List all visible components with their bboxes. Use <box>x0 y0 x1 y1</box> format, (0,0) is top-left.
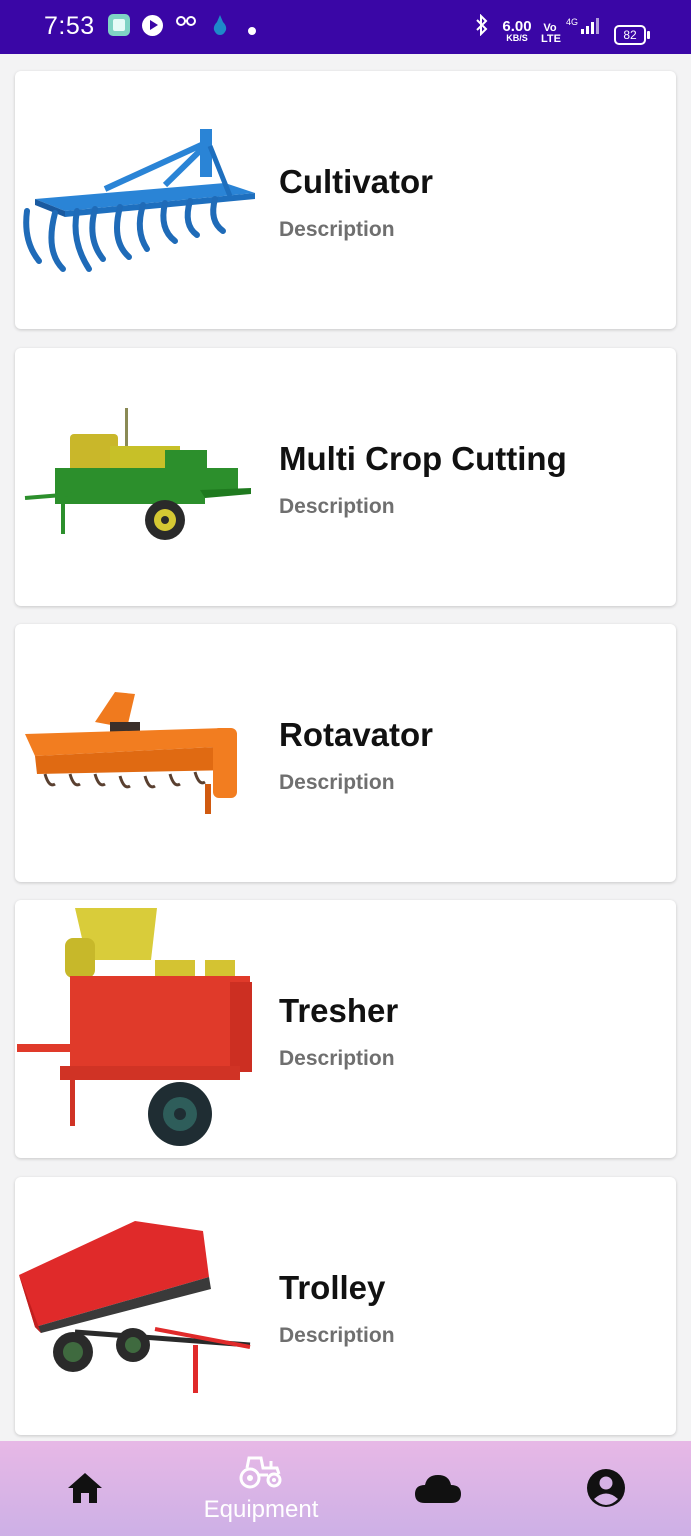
trolley-image <box>19 1221 251 1393</box>
bottom-navigation: Equipment <box>0 1441 691 1536</box>
status-bar: 7:53 6.00 KB/S Vo LTE 4G 82 <box>0 0 691 54</box>
equipment-title: Tresher <box>279 992 399 1029</box>
cloud-icon <box>413 1471 463 1510</box>
battery-indicator: 82 <box>614 25 650 45</box>
status-time: 7:53 <box>44 12 95 40</box>
svg-text:4G: 4G <box>566 17 578 27</box>
tractor-icon <box>239 1455 283 1494</box>
signal-4g-icon: 4G <box>565 16 605 41</box>
glasses-notification-icon <box>175 14 197 32</box>
equipment-description: Description <box>279 1047 395 1070</box>
home-icon <box>66 1471 104 1510</box>
nav-equipment-label: Equipment <box>203 1496 319 1523</box>
equipment-title: Rotavator <box>279 716 434 753</box>
equipment-description: Description <box>279 218 395 241</box>
equipment-title: Cultivator <box>279 163 434 200</box>
equipment-title: Multi Crop Cutting <box>279 440 567 477</box>
multi-crop-cutter-image <box>24 408 251 540</box>
volte-indicator: Vo LTE <box>541 22 561 45</box>
play-notification-icon <box>142 15 163 36</box>
equipment-description: Description <box>279 495 395 518</box>
thresher-image <box>17 908 252 1146</box>
equipment-card-trolley[interactable]: Trolley Description <box>15 1177 676 1435</box>
app-notification-icon <box>108 14 130 36</box>
equipment-card-tresher[interactable]: Tresher Description <box>15 900 676 1158</box>
drop-notification-icon <box>211 14 229 41</box>
more-notifications-dot-icon <box>248 27 256 35</box>
equipment-description: Description <box>279 1324 395 1347</box>
bluetooth-icon <box>474 13 490 41</box>
nav-profile[interactable] <box>519 1441 691 1536</box>
network-speed: 6.00 KB/S <box>500 19 534 43</box>
nav-home[interactable] <box>0 1441 172 1536</box>
equipment-card-rotavator[interactable]: Rotavator Description <box>15 624 676 882</box>
nav-weather[interactable] <box>351 1441 523 1536</box>
equipment-title: Trolley <box>279 1269 386 1306</box>
equipment-card-cultivator[interactable]: Cultivator Description <box>15 71 676 329</box>
nav-equipment[interactable]: Equipment <box>175 1441 347 1536</box>
equipment-description: Description <box>279 771 395 794</box>
rotavator-image <box>25 692 237 814</box>
equipment-card-multi-crop-cutting[interactable]: Multi Crop Cutting Description <box>15 348 676 606</box>
account-icon <box>586 1468 626 1513</box>
cultivator-image <box>23 129 255 272</box>
